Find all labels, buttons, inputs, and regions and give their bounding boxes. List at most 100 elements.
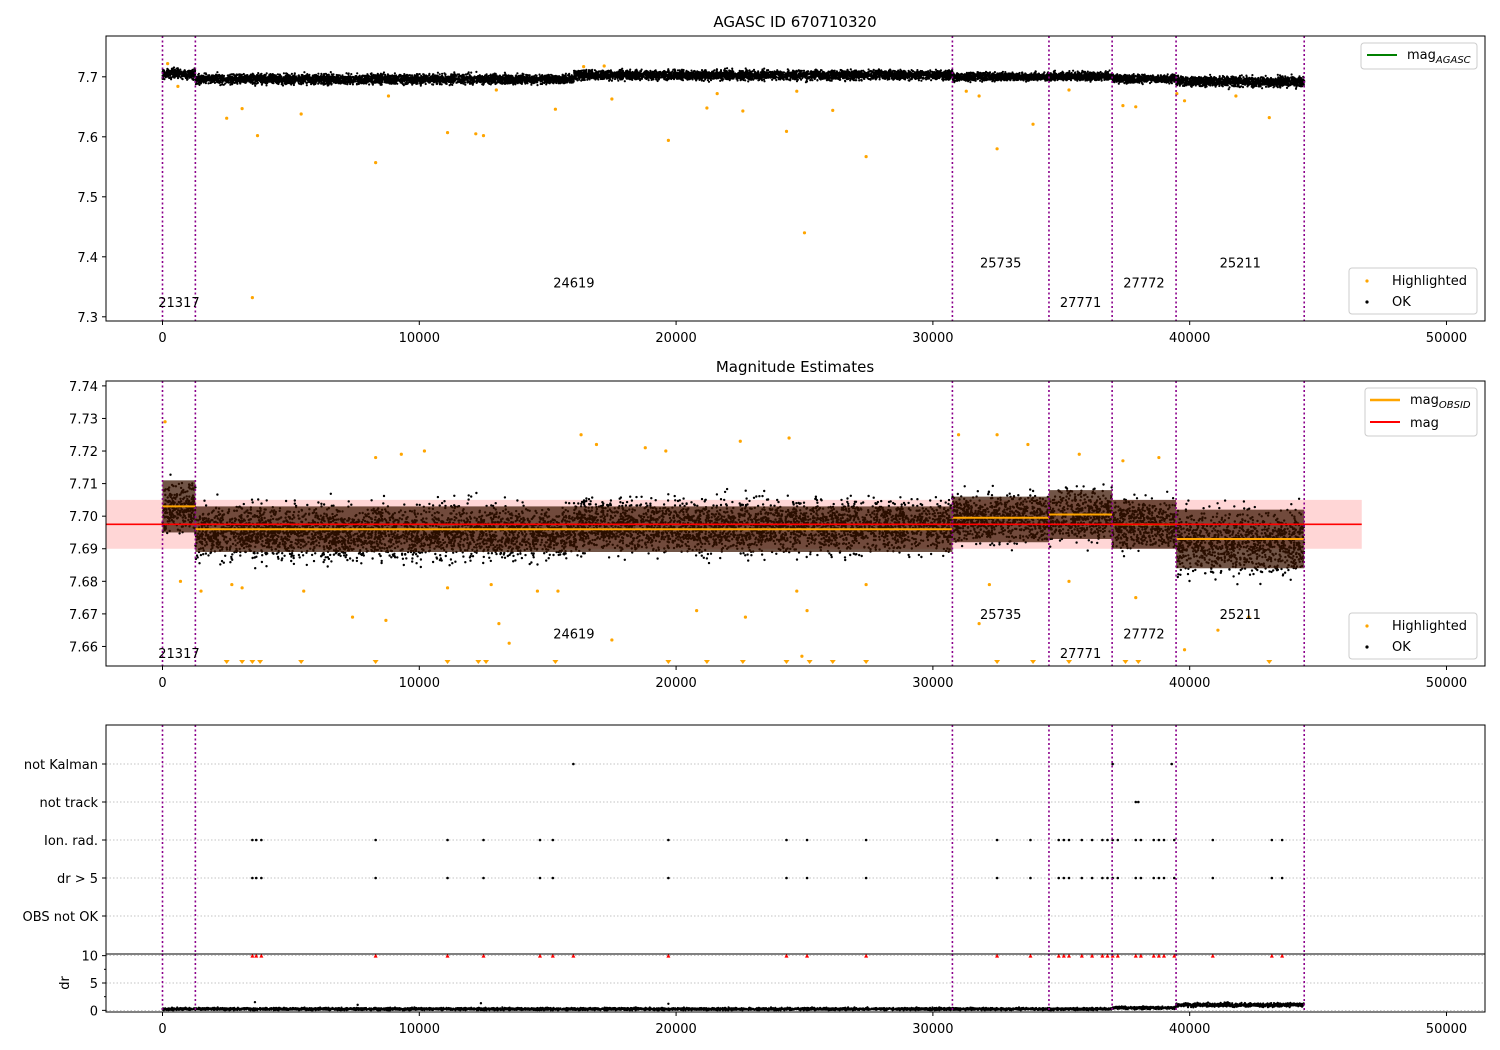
flag-point [1067,876,1071,880]
ok-points-segment [194,70,575,87]
highlighted-point [494,88,498,92]
y-tick-label: 7.4 [77,251,98,266]
highlighted-point [964,89,968,93]
flag-point [1090,876,1094,880]
highlighted-below-range-marker [703,660,710,664]
flag-point [1172,838,1176,842]
x-tick-label: 50000 [1426,1022,1467,1037]
magnitude-estimates-plot: Magnitude Estimates 21317 24619 25735 27771… [69,358,1486,691]
highlighted-point [166,62,170,66]
highlighted-point [643,446,647,450]
flag-point [538,838,542,842]
highlighted-point [1134,105,1138,109]
highlighted-point [800,654,804,658]
flag-point [446,838,449,842]
highlighted-point [445,586,450,590]
highlighted-point [1157,455,1161,460]
dr-outlier-point [479,1002,483,1005]
ok-legend-marker [1365,645,1369,649]
highlighted-below-range-marker [298,660,305,664]
flag-point [1116,876,1120,880]
flag-point [864,838,868,842]
x-tick-label: 0 [158,676,166,691]
highlighted-point [240,107,244,111]
flag-point [260,876,263,880]
highlighted-below-range-marker [1266,660,1273,664]
highlighted-point [225,116,229,120]
flag-point [1270,838,1274,842]
x-tick-label: 10000 [399,1022,440,1037]
highlighted-point [1121,104,1125,108]
highlighted-point [302,589,306,593]
highlighted-point [610,97,614,101]
highlighted-point [787,436,791,440]
flag-point [1101,838,1104,842]
obsid-label: 25211 [1220,257,1261,272]
flag-point [572,762,575,766]
flag-point [1280,838,1284,842]
x-tick-label: 20000 [655,1022,696,1037]
highlighted-point [864,155,868,159]
flag-point [446,876,449,880]
flags-plot: not Kalman not track Ion. rad. dr > 5 OBS no… [23,724,1486,955]
figure: AGASC ID 670710320 21317 24619 25735 27771 2… [23,13,1486,1037]
flag-point [1134,876,1138,880]
highlighted-point [582,65,586,69]
y-tick-label: 7.70 [69,510,98,525]
flag-point [374,838,377,842]
y-tick-label: 7.73 [69,412,98,427]
highlighted-point [474,132,478,136]
highlighted-point [1077,452,1081,456]
x-tick-label: 0 [158,1022,166,1037]
obsid-label: 25735 [980,257,1021,272]
highlighted-below-range-marker [239,660,246,664]
flag-point [1157,876,1161,880]
ok-points-segment [1048,69,1114,83]
flag-point [482,838,485,842]
y-tick-label: 7.3 [77,311,98,326]
highlighted-point [535,589,540,593]
flag-label: Ion. rad. [44,834,98,849]
highlighted-point [1067,579,1071,583]
flag-label: dr > 5 [57,872,98,887]
highlighted-point [250,296,254,300]
obsid-label: 27771 [1060,647,1101,662]
flag-point [374,876,377,880]
obsid-label: 24619 [553,627,594,642]
flags-plot-frame [105,724,1486,955]
highlighted-point [977,94,981,98]
highlighted-below-range-marker [223,660,230,664]
highlighted-point [995,147,999,151]
flag-point [1062,838,1066,842]
highlighted-below-range-marker [257,660,264,664]
highlighted-point [374,455,378,460]
flag-point [1211,876,1215,880]
flag-point [1139,876,1143,880]
highlighted-point [705,106,709,110]
highlighted-point [255,134,260,138]
ok-legend-label: OK [1392,640,1411,655]
highlighted-below-range-marker [806,660,813,664]
flag-point [1116,838,1120,842]
y-tick-label: 7.67 [69,608,98,623]
flag-point [551,838,555,842]
highlighted-point [579,433,583,437]
highlighted-below-range-marker [863,660,870,664]
highlighted-point [695,609,699,613]
highlighted-point [497,622,501,626]
highlighted-legend-marker [1365,624,1369,628]
y-tick-label: 7.66 [69,640,98,655]
x-tick-label: 50000 [1426,331,1467,346]
flag-point [1062,876,1066,880]
agasc-plot-title: AGASC ID 670710320 [713,13,876,31]
flag-point [1067,838,1071,842]
highlighted-point [1216,628,1220,632]
flag-point [251,876,254,880]
highlighted-point [995,433,999,437]
obsid-label: 27772 [1123,627,1164,642]
highlighted-point [802,231,807,235]
flag-label: not track [39,796,98,811]
flag-point [1106,876,1109,880]
flag-point [785,838,788,842]
highlighted-point [163,420,167,424]
